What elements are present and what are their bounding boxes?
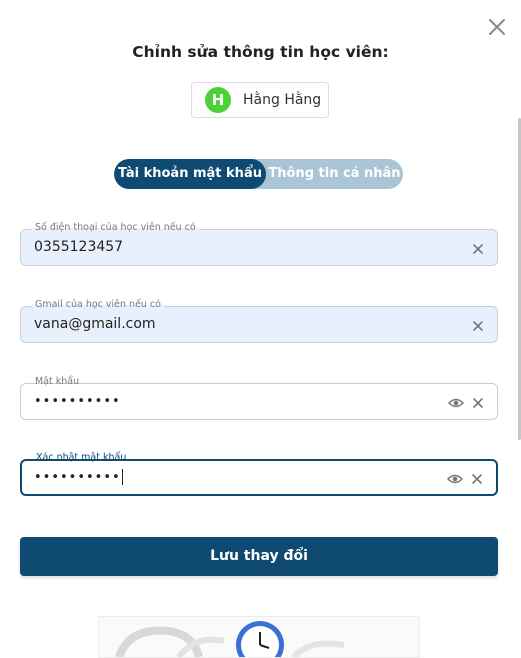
password-field-value: ••••••••••: [34, 394, 121, 409]
confirm-password-field-value: ••••••••••: [34, 470, 121, 485]
eye-icon[interactable]: [448, 395, 464, 409]
modal-title: Chỉnh sửa thông tin học viên:: [132, 43, 389, 61]
confirm-password-field[interactable]: Xác nhật mật khẩu ••••••••••: [20, 452, 498, 496]
clear-icon[interactable]: [470, 471, 484, 485]
user-chip: H Hằng Hằng: [191, 82, 329, 118]
tab-account-password[interactable]: Tài khoản mật khẩu: [114, 159, 266, 189]
close-icon[interactable]: [485, 15, 509, 39]
avatar: H: [205, 87, 231, 113]
tab-personal-info[interactable]: Thông tin cá nhân: [266, 159, 403, 189]
email-field[interactable]: Gmail của học viên nếu có vana@gmail.com: [20, 299, 498, 343]
email-field-value: vana@gmail.com: [34, 316, 156, 332]
tab-switcher: Tài khoản mật khẩu Thông tin cá nhân: [114, 159, 403, 189]
clear-icon[interactable]: [471, 318, 485, 332]
clear-icon[interactable]: [471, 241, 485, 255]
user-name: Hằng Hằng: [243, 92, 322, 108]
eye-icon[interactable]: [447, 471, 463, 485]
confirm-password-field-value-wrap: ••••••••••: [34, 461, 123, 494]
clear-icon[interactable]: [471, 395, 485, 409]
text-caret: [121, 469, 123, 485]
edit-student-modal: Chỉnh sửa thông tin học viên: H Hằng Hằn…: [0, 0, 521, 658]
password-field[interactable]: Mật khẩu ••••••••••: [20, 376, 498, 420]
save-button[interactable]: Lưu thay đổi: [20, 537, 498, 576]
phone-field[interactable]: Số điện thoại của học viên nếu có 035512…: [20, 222, 498, 266]
phone-field-value: 0355123457: [34, 239, 124, 255]
